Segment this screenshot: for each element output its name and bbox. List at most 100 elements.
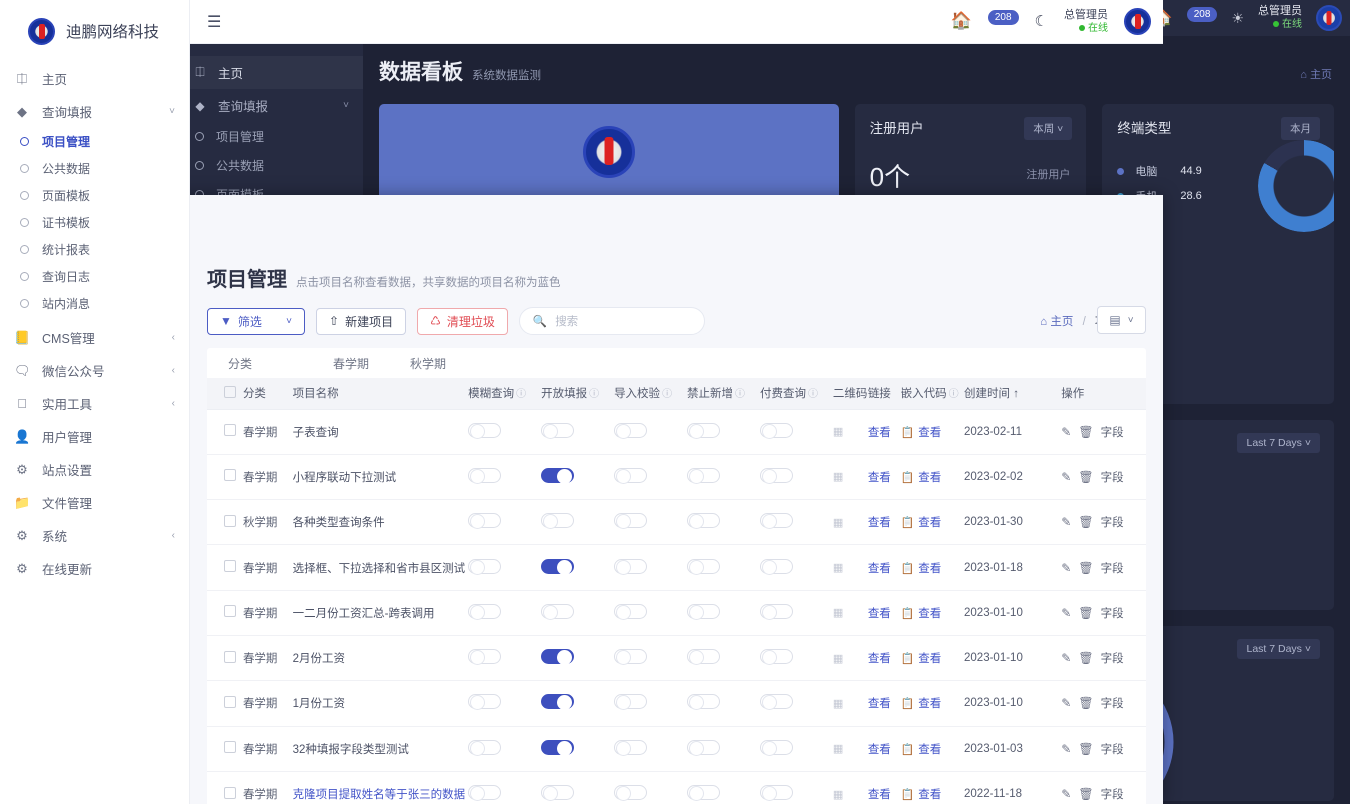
sidebar-item-site-settings[interactable]: ⚙ 站点设置 [0,453,189,486]
cell-forbid-add-toggle[interactable] [687,740,720,755]
copy-icon[interactable]: 📋 [901,608,915,620]
cell-embed-code[interactable]: 📋查看 [901,681,964,726]
cell-paid-query-toggle[interactable] [760,649,793,664]
cell-fuzzy-query[interactable] [468,545,541,590]
cell-embed-code[interactable]: 📋查看 [901,590,964,635]
cell-embed-code[interactable]: 📋查看 [901,771,964,804]
sidebar-item-home[interactable]: ⎅ 主页 [0,62,189,95]
cell-paid-query-toggle[interactable] [760,468,793,483]
cell-paid-query[interactable] [760,500,833,545]
row-select-cell[interactable] [207,635,243,680]
cell-actions[interactable]: ✎🗑字段 [1061,726,1146,771]
cell-actions[interactable]: ✎🗑字段 [1061,635,1146,680]
cell-qrcode[interactable]: ▦ [833,590,868,635]
sidebar-item-wechat[interactable]: 🗨 微信公众号 ‹ [0,354,189,387]
row-checkbox[interactable] [224,787,236,799]
cell-import-validate[interactable] [614,635,687,680]
pencil-icon[interactable]: ✎ [1061,470,1071,484]
cell-qrcode[interactable]: ▦ [833,726,868,771]
clean-trash-button[interactable]: ♺ 清理垃圾 [417,308,508,335]
cell-actions[interactable]: ✎🗑字段 [1061,454,1146,499]
range-select-1[interactable]: Last 7 Days ˅ [1237,433,1320,453]
trash-icon[interactable]: 🗑 [1078,606,1093,620]
cell-forbid-add[interactable] [687,590,760,635]
bg-sidebar-item-query[interactable]: ◆ 查询填报 ˅ [176,89,363,122]
cell-open-report[interactable] [541,726,614,771]
cell-project-name[interactable]: 选择框、下拉选择和省市县区测试 [293,545,469,590]
cell-actions[interactable]: ✎🗑字段 [1061,500,1146,545]
cell-link[interactable]: 查看 [868,409,901,454]
cell-open-report-toggle[interactable] [541,740,574,755]
cell-forbid-add-toggle[interactable] [687,468,720,483]
th-created-time[interactable]: 创建时间 ↑ [964,378,1061,409]
qrcode-icon[interactable]: ▦ [833,517,842,529]
cell-link[interactable]: 查看 [868,500,901,545]
trash-icon[interactable]: 🗑 [1078,425,1093,439]
background-breadcrumb[interactable]: ⌂ 主页 [1300,66,1332,82]
cell-paid-query-toggle[interactable] [760,559,793,574]
pencil-icon[interactable]: ✎ [1061,787,1071,801]
tab-spring[interactable]: 春学期 [333,355,369,372]
cell-open-report-toggle[interactable] [541,649,574,664]
row-select-cell[interactable] [207,409,243,454]
copy-icon[interactable]: 📋 [901,517,915,529]
row-checkbox[interactable] [224,515,236,527]
cell-import-validate-toggle[interactable] [614,423,647,438]
qrcode-icon[interactable]: ▦ [833,471,842,483]
cell-paid-query-toggle[interactable] [760,513,793,528]
cell-import-validate-toggle[interactable] [614,740,647,755]
copy-icon[interactable]: 📋 [901,472,915,484]
cell-qrcode[interactable]: ▦ [833,635,868,680]
qrcode-icon[interactable]: ▦ [833,789,842,801]
cell-open-report[interactable] [541,771,614,804]
cell-fuzzy-query[interactable] [468,726,541,771]
sidebar-item-query-log[interactable]: 查询日志 [0,263,189,290]
cell-forbid-add[interactable] [687,771,760,804]
notification-bell[interactable]: 208 [988,12,1019,30]
cell-open-report[interactable] [541,545,614,590]
sidebar-item-certificate-template[interactable]: 证书模板 [0,209,189,236]
cell-paid-query[interactable] [760,409,833,454]
row-select-cell[interactable] [207,590,243,635]
copy-icon[interactable]: 📋 [901,427,915,439]
cell-import-validate-toggle[interactable] [614,694,647,709]
search-input[interactable]: 🔍 搜索 [519,307,705,335]
cell-import-validate[interactable] [614,500,687,545]
row-checkbox[interactable] [224,605,236,617]
sidebar-item-statistics-report[interactable]: 统计报表 [0,236,189,263]
qrcode-icon[interactable]: ▦ [833,743,842,755]
cell-open-report-toggle[interactable] [541,694,574,709]
home-icon[interactable]: 🏠 [951,11,972,31]
cell-import-validate[interactable] [614,681,687,726]
new-project-button[interactable]: ⇧ 新建项目 [316,308,406,335]
cell-forbid-add[interactable] [687,726,760,771]
cell-fuzzy-query-toggle[interactable] [468,785,501,800]
sidebar-item-system[interactable]: ⚙ 系统 ‹ [0,519,189,552]
cell-project-name[interactable]: 2月份工资 [293,635,469,680]
row-select-cell[interactable] [207,681,243,726]
cell-embed-code[interactable]: 📋查看 [901,454,964,499]
range-select-2[interactable]: Last 7 Days ˅ [1237,639,1320,659]
cell-fuzzy-query[interactable] [468,681,541,726]
sidebar-item-site-message[interactable]: 站内消息 [0,290,189,317]
cell-paid-query[interactable] [760,635,833,680]
cell-import-validate[interactable] [614,409,687,454]
cell-fuzzy-query-toggle[interactable] [468,559,501,574]
sidebar-item-user-management[interactable]: 👤 用户管理 [0,420,189,453]
cell-actions[interactable]: ✎🗑字段 [1061,409,1146,454]
cell-link[interactable]: 查看 [868,545,901,590]
cell-fuzzy-query[interactable] [468,409,541,454]
cell-paid-query[interactable] [760,454,833,499]
trash-icon[interactable]: 🗑 [1078,561,1093,575]
trash-icon[interactable]: 🗑 [1078,742,1093,756]
tab-autumn[interactable]: 秋学期 [410,355,446,372]
cell-actions[interactable]: ✎🗑字段 [1061,771,1146,804]
select-all-checkbox[interactable] [224,386,236,398]
sidebar-item-online-update[interactable]: ⚙ 在线更新 [0,552,189,585]
cell-link[interactable]: 查看 [868,771,901,804]
cell-embed-code[interactable]: 📋查看 [901,635,964,680]
row-select-cell[interactable] [207,771,243,804]
cell-open-report-toggle[interactable] [541,468,574,483]
row-checkbox[interactable] [224,696,236,708]
sun-icon[interactable]: ☀ [1231,10,1244,27]
